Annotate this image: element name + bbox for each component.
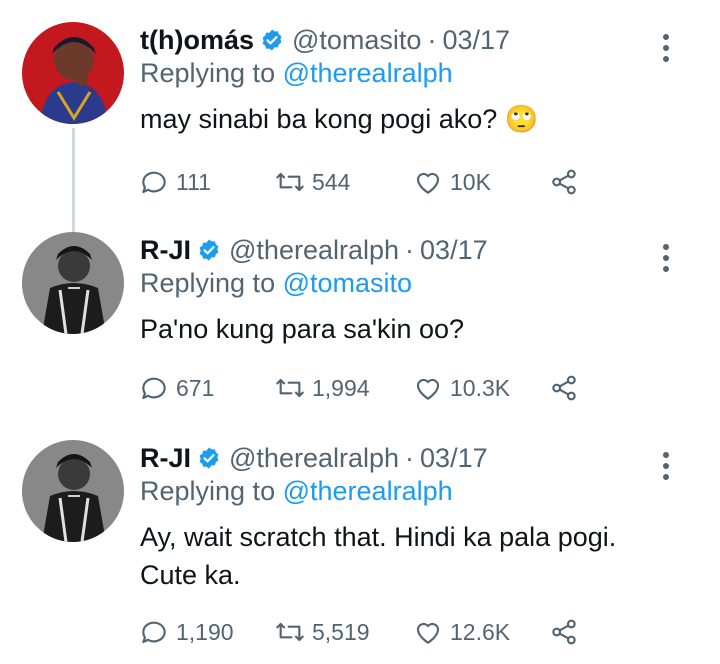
user-handle[interactable]: @tomasito xyxy=(292,25,421,56)
avatar[interactable] xyxy=(22,22,124,124)
like-button[interactable]: 12.6K xyxy=(412,612,510,652)
reply-icon xyxy=(142,621,166,644)
retweet-button[interactable]: 544 xyxy=(274,162,350,202)
reply-count: 111 xyxy=(176,168,211,195)
retweet-count: 5,519 xyxy=(312,618,370,645)
reply-button[interactable]: 671 xyxy=(138,368,214,408)
share-icon xyxy=(552,375,576,401)
display-name[interactable]: R-JI xyxy=(140,235,191,266)
tweet[interactable]: t(h)omás @tomasito · 03/17 Replying to @… xyxy=(0,20,720,220)
replying-to-line: Replying to @therealralph xyxy=(140,58,453,89)
replying-to-handle[interactable]: @therealralph xyxy=(283,476,453,506)
tweet[interactable]: R-JI @therealralph · 03/17 Replying to @… xyxy=(0,230,720,430)
display-name[interactable]: t(h)omás xyxy=(140,25,254,56)
avatar[interactable] xyxy=(22,232,124,334)
tweet[interactable]: R-JI @therealralph · 03/17 Replying to @… xyxy=(0,438,720,664)
retweet-button[interactable]: 5,519 xyxy=(274,612,370,652)
tweet-actions: 1,190 5,519 12.6K xyxy=(138,612,618,652)
like-count: 10K xyxy=(450,168,491,195)
like-icon xyxy=(416,378,440,400)
like-button[interactable]: 10.3K xyxy=(412,368,510,408)
tweet-date[interactable]: 03/17 xyxy=(442,25,510,56)
tweet-text: Ay, wait scratch that. Hindi ka pala pog… xyxy=(140,518,616,594)
tweet-actions: 111 544 10K xyxy=(138,162,618,202)
retweet-icon xyxy=(276,172,304,192)
tweet-text-body: Pa'no kung para sa'kin oo? xyxy=(140,314,465,344)
tweet-header: t(h)omás @tomasito · 03/17 xyxy=(140,20,510,60)
separator-dot: · xyxy=(427,24,437,55)
more-options-icon[interactable] xyxy=(656,238,676,278)
retweet-count: 1,994 xyxy=(312,374,370,401)
verified-badge-icon xyxy=(199,239,219,261)
replying-to-handle[interactable]: @therealralph xyxy=(283,58,453,88)
tweet-date[interactable]: 03/17 xyxy=(420,235,488,266)
separator-dot: · xyxy=(405,442,415,473)
replying-to-line: Replying to @therealralph xyxy=(140,476,453,507)
share-icon xyxy=(552,169,576,195)
verified-badge-icon xyxy=(199,447,219,469)
replying-to-prefix: Replying to xyxy=(140,476,276,506)
like-icon xyxy=(416,172,440,194)
reply-icon xyxy=(142,377,166,400)
user-handle[interactable]: @therealralph xyxy=(229,235,399,266)
tweet-header: R-JI @therealralph · 03/17 xyxy=(140,230,488,270)
like-button[interactable]: 10K xyxy=(412,162,491,202)
replying-to-handle[interactable]: @tomasito xyxy=(283,268,412,298)
like-count: 12.6K xyxy=(450,618,511,645)
more-options-icon[interactable] xyxy=(656,28,676,68)
share-icon xyxy=(552,619,576,645)
tweet-header: R-JI @therealralph · 03/17 xyxy=(140,438,488,478)
like-count: 10.3K xyxy=(450,374,511,401)
tweet-text-line: Ay, wait scratch that. Hindi ka pala pog… xyxy=(140,522,617,552)
separator-dot: · xyxy=(405,234,415,265)
share-button[interactable] xyxy=(548,162,586,202)
retweet-button[interactable]: 1,994 xyxy=(274,368,370,408)
tweet-date[interactable]: 03/17 xyxy=(420,443,488,474)
reply-icon xyxy=(142,171,166,194)
reply-button[interactable]: 1,190 xyxy=(138,612,234,652)
verified-badge-icon xyxy=(262,29,282,51)
share-button[interactable] xyxy=(548,368,586,408)
like-icon xyxy=(416,622,440,644)
tweet-text: Pa'no kung para sa'kin oo? xyxy=(140,310,464,348)
retweet-count: 544 xyxy=(312,168,351,195)
tweet-actions: 671 1,994 10.3K xyxy=(138,368,618,408)
retweet-icon xyxy=(276,622,304,642)
replying-to-prefix: Replying to xyxy=(140,268,276,298)
more-options-icon[interactable] xyxy=(656,446,676,486)
eye-roll-emoji: 🙄 xyxy=(504,104,539,134)
retweet-icon xyxy=(276,378,304,398)
tweet-text-line: Cute ka. xyxy=(140,560,241,590)
user-handle[interactable]: @therealralph xyxy=(229,443,399,474)
replying-to-line: Replying to @tomasito xyxy=(140,268,412,299)
reply-count: 671 xyxy=(176,374,215,401)
reply-count: 1,190 xyxy=(176,618,234,645)
avatar[interactable] xyxy=(22,440,124,542)
tweet-text: may sinabi ba kong pogi ako? 🙄 xyxy=(140,100,538,138)
tweet-text-body: may sinabi ba kong pogi ako? xyxy=(140,104,498,134)
display-name[interactable]: R-JI xyxy=(140,443,191,474)
reply-button[interactable]: 111 xyxy=(138,162,211,202)
replying-to-prefix: Replying to xyxy=(140,58,276,88)
share-button[interactable] xyxy=(548,612,586,652)
